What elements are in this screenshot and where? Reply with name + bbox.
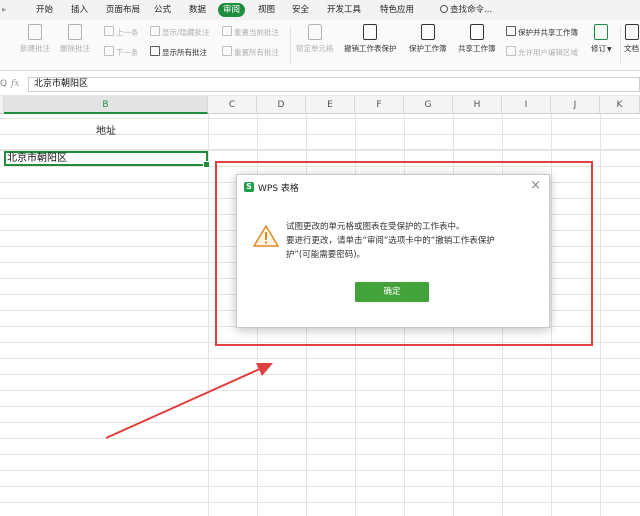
close-icon[interactable]: × (530, 179, 541, 193)
dialog-titlebar[interactable]: S WPS 表格 × (237, 175, 549, 199)
wps-logo-icon: S (244, 182, 254, 192)
message-line: 护”(可能需要密码)。 (286, 250, 366, 260)
dialog-title: WPS 表格 (258, 184, 299, 194)
dialog-message: 试图更改的单元格或图表在受保护的工作表中。 要进行更改，请单击“审阅”选项卡中的… (286, 220, 541, 262)
ok-button[interactable]: 确定 (355, 282, 429, 302)
protection-warning-dialog: S WPS 表格 × 试图更改的单元格或图表在受保护的工作表中。 要进行更改，请… (236, 174, 550, 328)
message-line: 试图更改的单元格或图表在受保护的工作表中。 (286, 222, 465, 232)
warning-icon (253, 225, 279, 247)
message-line: 要进行更改，请单击“审阅”选项卡中的“撤销工作表保护 (286, 236, 495, 246)
